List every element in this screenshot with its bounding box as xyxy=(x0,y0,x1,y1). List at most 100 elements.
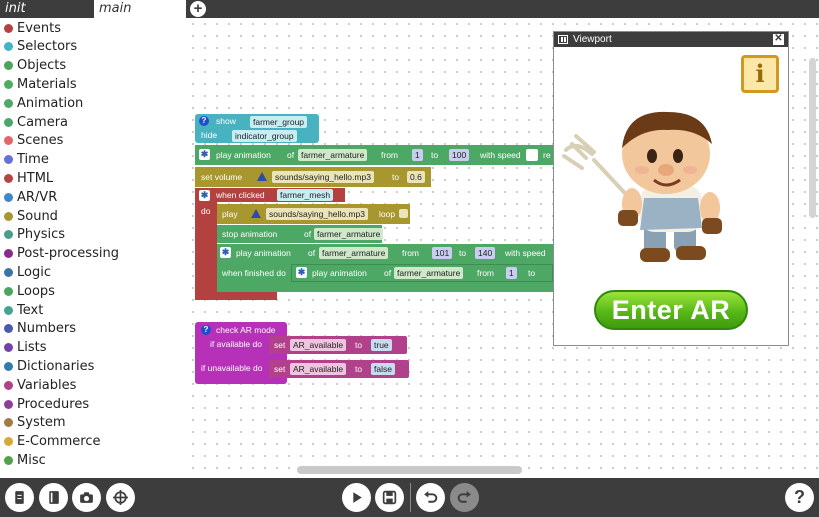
from-value[interactable]: 1 xyxy=(412,149,423,161)
to-value[interactable]: 100 xyxy=(449,149,470,161)
category-color-dot xyxy=(4,192,13,202)
category-objects[interactable]: Objects xyxy=(4,57,66,75)
true-dropdown[interactable]: true xyxy=(371,339,392,351)
category-color-dot xyxy=(4,249,13,259)
if-unavailable-label: if unavailable do xyxy=(201,363,263,373)
category-logic[interactable]: Logic xyxy=(4,263,51,281)
play-animation-3-block[interactable]: ✱ play animation of farmer_armature from… xyxy=(291,264,553,282)
help-icon[interactable]: ? xyxy=(201,325,211,335)
category-color-dot xyxy=(4,61,13,71)
category-label: Misc xyxy=(17,452,46,468)
category-post-processing[interactable]: Post-processing xyxy=(4,245,119,263)
pause-icon[interactable] xyxy=(558,35,568,44)
category-dictionaries[interactable]: Dictionaries xyxy=(4,357,94,375)
tab-init[interactable]: init xyxy=(0,0,93,18)
play-sound-field[interactable]: sounds/saying_hello.mp3 xyxy=(266,208,368,220)
book-icon[interactable] xyxy=(5,483,34,512)
gear-icon[interactable]: ✱ xyxy=(296,267,307,278)
anim2-target-dropdown[interactable]: farmer_armature xyxy=(319,247,389,259)
anim3-from-value[interactable]: 1 xyxy=(506,267,517,279)
category-html[interactable]: HTML xyxy=(4,169,53,187)
tab-main[interactable]: main xyxy=(94,0,186,18)
clicked-target-dropdown[interactable]: farmer_mesh xyxy=(277,189,334,201)
warning-icon xyxy=(257,172,267,181)
crosshair-icon[interactable] xyxy=(106,483,135,512)
set-volume-block[interactable]: set volume sounds/saying_hello.mp3 to 0.… xyxy=(195,167,431,187)
gear-icon[interactable]: ✱ xyxy=(199,190,210,201)
category-misc[interactable]: Misc xyxy=(4,451,46,469)
vertical-scrollbar[interactable] xyxy=(809,58,816,218)
info-button[interactable]: i xyxy=(741,55,779,93)
hide-label: hide xyxy=(201,130,218,140)
category-variables[interactable]: Variables xyxy=(4,376,76,394)
volume-sound-field[interactable]: sounds/saying_hello.mp3 xyxy=(272,171,374,183)
category-text[interactable]: Text xyxy=(4,301,43,319)
to-label: to xyxy=(355,340,363,350)
stop-animation-block[interactable]: stop animation of farmer_armature xyxy=(217,225,384,243)
category-procedures[interactable]: Procedures xyxy=(4,395,89,413)
var-dropdown[interactable]: AR_available xyxy=(290,363,347,375)
category-lists[interactable]: Lists xyxy=(4,339,47,357)
category-e-commerce[interactable]: E-Commerce xyxy=(4,433,100,451)
category-camera[interactable]: Camera xyxy=(4,113,68,131)
speed-value[interactable] xyxy=(526,149,538,161)
hide-target-dropdown[interactable]: indicator_group xyxy=(232,130,297,142)
farmer-character-image xyxy=(562,111,722,262)
play-animation-2-block[interactable]: ✱ play animation of farmer_armature from… xyxy=(217,244,553,292)
enter-ar-button[interactable]: Enter AR xyxy=(594,290,748,330)
stop-animation-label: stop animation xyxy=(222,229,278,239)
category-loops[interactable]: Loops xyxy=(4,282,55,300)
category-system[interactable]: System xyxy=(4,414,65,432)
category-events[interactable]: Events xyxy=(4,19,61,37)
play-icon[interactable] xyxy=(342,483,371,512)
show-target-dropdown[interactable]: farmer_group xyxy=(250,116,308,128)
redo-icon[interactable] xyxy=(450,483,479,512)
false-dropdown[interactable]: false xyxy=(371,363,395,375)
category-label: Logic xyxy=(17,264,51,280)
play-sound-block[interactable]: play sounds/saying_hello.mp3 loop xyxy=(217,204,410,224)
set-volume-label: set volume xyxy=(201,172,243,182)
save-icon[interactable] xyxy=(375,483,404,512)
camera-icon[interactable] xyxy=(72,483,101,512)
set-false-block[interactable]: set AR_available to false xyxy=(269,360,409,378)
set-true-block[interactable]: set AR_available to true xyxy=(269,336,407,354)
check-ar-block[interactable]: ? check AR mode if available do if unava… xyxy=(195,322,409,384)
help-button[interactable]: ? xyxy=(785,483,814,512)
play-animation-3-label: play animation xyxy=(312,268,367,278)
category-materials[interactable]: Materials xyxy=(4,75,77,93)
stop-target-dropdown[interactable]: farmer_armature xyxy=(314,228,384,240)
anim2-to-value[interactable]: 140 xyxy=(475,247,496,259)
category-label: Objects xyxy=(17,58,67,74)
category-animation[interactable]: Animation xyxy=(4,94,83,112)
volume-value[interactable]: 0.6 xyxy=(407,171,425,183)
category-sound[interactable]: Sound xyxy=(4,207,58,225)
category-numbers[interactable]: Numbers xyxy=(4,320,76,338)
category-selectors[interactable]: Selectors xyxy=(4,38,77,56)
anim3-target-dropdown[interactable]: farmer_armature xyxy=(394,267,464,279)
var-dropdown[interactable]: AR_available xyxy=(290,339,347,351)
to-label: to xyxy=(528,268,536,278)
category-color-dot xyxy=(4,98,13,108)
anim2-from-value[interactable]: 101 xyxy=(432,247,453,259)
gear-icon[interactable]: ✱ xyxy=(199,149,210,160)
tab-bar: init main + xyxy=(0,0,819,18)
category-ar-vr[interactable]: AR/VR xyxy=(4,188,57,206)
of-label: of xyxy=(384,268,392,278)
plus-icon[interactable]: + xyxy=(190,1,206,17)
help-icon[interactable]: ? xyxy=(199,116,209,126)
horizontal-scrollbar[interactable] xyxy=(297,466,522,474)
gear-icon[interactable]: ✱ xyxy=(220,247,231,258)
category-physics[interactable]: Physics xyxy=(4,226,65,244)
show-block[interactable]: ? show farmer_group hide indicator_group xyxy=(195,114,319,143)
undo-icon[interactable] xyxy=(416,483,445,512)
category-color-dot xyxy=(4,136,13,146)
close-icon[interactable]: ✕ xyxy=(773,34,784,45)
notebook-icon[interactable] xyxy=(39,483,68,512)
category-scenes[interactable]: Scenes xyxy=(4,132,63,150)
animation-target-dropdown[interactable]: farmer_armature xyxy=(298,149,368,161)
when-clicked-block[interactable]: ✱ when clicked farmer_mesh do play sound… xyxy=(195,188,553,300)
loop-checkbox[interactable] xyxy=(399,209,408,218)
category-color-dot xyxy=(4,437,13,447)
play-animation-block[interactable]: ✱ play animation of farmer_armature from… xyxy=(195,145,553,165)
category-time[interactable]: Time xyxy=(4,151,49,169)
